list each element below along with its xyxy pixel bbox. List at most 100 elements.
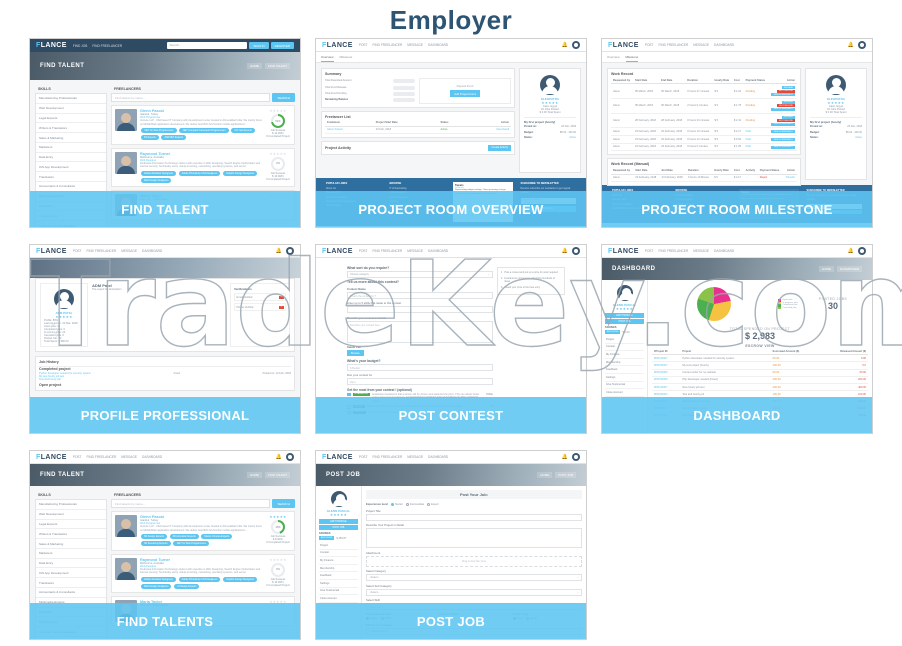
skill-chip[interactable]: 3D Rendering Experts — [141, 540, 171, 546]
add-fund-button[interactable]: ADD FUND — [319, 536, 335, 540]
table-row[interactable]: #PRJ40007 Python developer needed for se… — [652, 354, 868, 363]
menu-item-project[interactable]: Project — [605, 336, 644, 344]
nav-links[interactable]: POST FIND FREELANCER MESSAGE DASHBOARD — [645, 249, 734, 253]
bell-icon[interactable]: 🔔 — [562, 248, 568, 254]
bell-icon[interactable]: 🔔 — [276, 454, 282, 460]
nav-right[interactable]: 🔔 — [562, 41, 580, 49]
nav-right[interactable]: 🔔 — [562, 453, 580, 461]
room-tabs[interactable]: Overview Milestone — [316, 52, 586, 63]
contest-name-input[interactable]: What's the contest for ? — [347, 291, 493, 299]
skill-item[interactable]: Sales & Marketing — [36, 133, 106, 143]
nav-link-find-freelancer[interactable]: FIND FREELANCER — [87, 455, 117, 459]
skill-item[interactable]: Data Entry — [36, 559, 106, 569]
table-row[interactable]: Glenn 23 February, 2018 23 February, 201… — [611, 127, 797, 136]
panel-dashboard[interactable]: FLANCE POST FIND FREELANCER MESSAGE DASH… — [601, 244, 873, 434]
talent-search-input[interactable]: Find talents by name... — [111, 93, 271, 102]
nav-link-dashboard[interactable]: DASHBOARD — [428, 43, 448, 47]
nav-link-post[interactable]: POST — [359, 249, 368, 253]
bell-icon[interactable]: 🔔 — [276, 248, 282, 254]
nav-right[interactable]: 🔔 — [562, 247, 580, 255]
tab-overview[interactable]: Overview — [607, 55, 620, 62]
checkbox-checked[interactable] — [347, 392, 351, 396]
top-nav[interactable]: FLANCE POST FIND FREELANCER MESSAGE DASH… — [602, 39, 872, 52]
nav-link-message[interactable]: MESSAGE — [693, 249, 709, 253]
table-row[interactable]: #PRJ50006 Content writer for my website … — [652, 369, 868, 377]
skill-chip[interactable]: IIS Experts — [141, 134, 159, 140]
logo[interactable]: FFLANCELANCE — [36, 42, 67, 49]
user-avatar-icon[interactable] — [858, 41, 866, 49]
nav-right[interactable]: 🔔 — [848, 41, 866, 49]
menu-item-contest[interactable]: Contest — [605, 344, 644, 352]
cell-project-id[interactable]: #PRJ50007 — [652, 361, 681, 370]
attachment-dropzone[interactable]: Drag & drop files here — [366, 555, 582, 567]
nav-link-post[interactable]: POST — [645, 43, 654, 47]
view-screenshot-button[interactable]: VIEW SCREENSHOT — [771, 122, 795, 126]
logo[interactable]: FLANCE — [608, 42, 639, 49]
nav-links[interactable]: FIND JOB FIND FREELANCER — [73, 44, 122, 48]
skill-item[interactable]: Manufacturing Professionals — [36, 500, 106, 510]
nav-link[interactable]: FIND JOB — [73, 44, 88, 48]
menu-item-settings[interactable]: Settings — [605, 374, 644, 382]
user-avatar-icon[interactable] — [286, 247, 294, 255]
logo[interactable]: FLANCE — [36, 454, 67, 461]
nav-links[interactable]: POST FIND FREELANCER MESSAGE DASHBOARD — [359, 249, 448, 253]
nav-link-find-freelancer[interactable]: FIND FREELANCER — [659, 249, 689, 253]
nav-link-dashboard[interactable]: DASHBOARD — [142, 249, 162, 253]
nav-link-message[interactable]: MESSAGE — [121, 249, 137, 253]
user-avatar-icon[interactable] — [858, 247, 866, 255]
describe-textarea[interactable] — [366, 528, 582, 548]
nav-link[interactable]: FIND FREELANCER — [92, 44, 122, 48]
close-icon[interactable]: ✕ — [278, 305, 284, 309]
menu-item-membership[interactable]: Membership — [605, 359, 644, 367]
close-icon[interactable]: ✕ — [278, 295, 284, 299]
subcategory-select[interactable]: --Select-- ⌄ — [366, 588, 582, 596]
menu-item-contest[interactable]: Contest — [319, 550, 358, 558]
skill-chip[interactable]: .NET for Web Programmers — [141, 128, 177, 134]
menu-item-settings[interactable]: Settings — [319, 580, 358, 588]
table-row[interactable]: Glenn 05 March, 2018 05 March, 2018 2 ho… — [611, 98, 797, 114]
top-nav[interactable]: FLANCE POST FIND FREELANCER MESSAGE DASH… — [602, 245, 872, 258]
skill-chip[interactable]: Adobe Photoshop CS4 Designers — [178, 170, 221, 176]
table-row[interactable]: #PRJ40007 New hourly job test 400.00 400… — [652, 383, 868, 392]
table-row[interactable]: Glenn 23 February, 2018 23 February, 201… — [611, 143, 797, 152]
nav-links[interactable]: POST FIND FREELANCER MESSAGE DASHBOARD — [359, 43, 448, 47]
breadcrumb-home[interactable]: HOME — [246, 472, 262, 478]
nav-links[interactable]: POST FIND FREELANCER MESSAGE DASHBOARD — [359, 455, 448, 459]
skill-chip[interactable]: 3D Animation Experts — [169, 534, 199, 540]
menu-item-close-account[interactable]: Close Account — [605, 389, 644, 397]
bell-icon[interactable]: 🔔 — [848, 42, 854, 48]
sign-in-button[interactable]: SIGN IN — [249, 42, 269, 49]
project-title-input[interactable] — [366, 513, 582, 521]
nav-link-dashboard[interactable]: DASHBOARD — [428, 249, 448, 253]
nav-link-message[interactable]: MESSAGE — [407, 43, 423, 47]
talent-search-row[interactable]: Find talents by name... SEARCH — [111, 93, 295, 102]
category-select[interactable]: --Select-- ⌄ — [366, 574, 582, 581]
bell-icon[interactable]: 🔔 — [562, 454, 568, 460]
cell-project-id[interactable]: #PRJ40007 — [652, 383, 681, 392]
breadcrumb[interactable]: HOME FIND TALENT — [246, 63, 290, 69]
skill-item[interactable]: Writers & Translators — [36, 123, 106, 134]
breadcrumb-home[interactable]: HOME — [537, 472, 553, 478]
panel-project-room-milestone[interactable]: FLANCE POST FIND FREELANCER MESSAGE DASH… — [601, 38, 873, 228]
logo[interactable]: FLANCE — [608, 248, 639, 255]
bell-icon[interactable]: 🔔 — [562, 42, 568, 48]
user-avatar-icon[interactable] — [572, 41, 580, 49]
skill-item[interactable]: Translators — [36, 172, 106, 183]
nav-link-post[interactable]: POST — [359, 43, 368, 47]
skill-chip[interactable]: UI Design Experts — [174, 583, 200, 589]
radio-intermediate[interactable] — [405, 502, 409, 506]
top-nav[interactable]: FLANCE POST FIND FREELANCER MESSAGE DASH… — [316, 245, 586, 258]
view-screenshot-button[interactable]: VIEW SCREENSHOT — [771, 93, 795, 97]
nav-link-post[interactable]: POST — [73, 455, 82, 459]
logo[interactable]: FLANCE — [322, 454, 353, 461]
nav-link-dashboard[interactable]: DASHBOARD — [142, 455, 162, 459]
menu-item-give-testimonial[interactable]: Give Testimonial — [605, 382, 644, 390]
table-row[interactable]: Glenn 23 February, 2018 23 February, 201… — [611, 174, 797, 182]
top-nav[interactable]: FLANCE POST FIND FREELANCER MESSAGE DASH… — [316, 39, 586, 52]
skill-chip[interactable]: .NET Compact Framework Programmers — [179, 128, 229, 134]
nav-link-message[interactable]: MESSAGE — [407, 249, 423, 253]
nav-link-find-freelancer[interactable]: FIND FREELANCER — [373, 249, 403, 253]
cell-freelancer[interactable]: Glenn Pascal — [325, 126, 374, 134]
nav-link-find-freelancer[interactable]: FIND FREELANCER — [87, 249, 117, 253]
skill-chip[interactable]: 3D Design Experts — [141, 534, 167, 540]
